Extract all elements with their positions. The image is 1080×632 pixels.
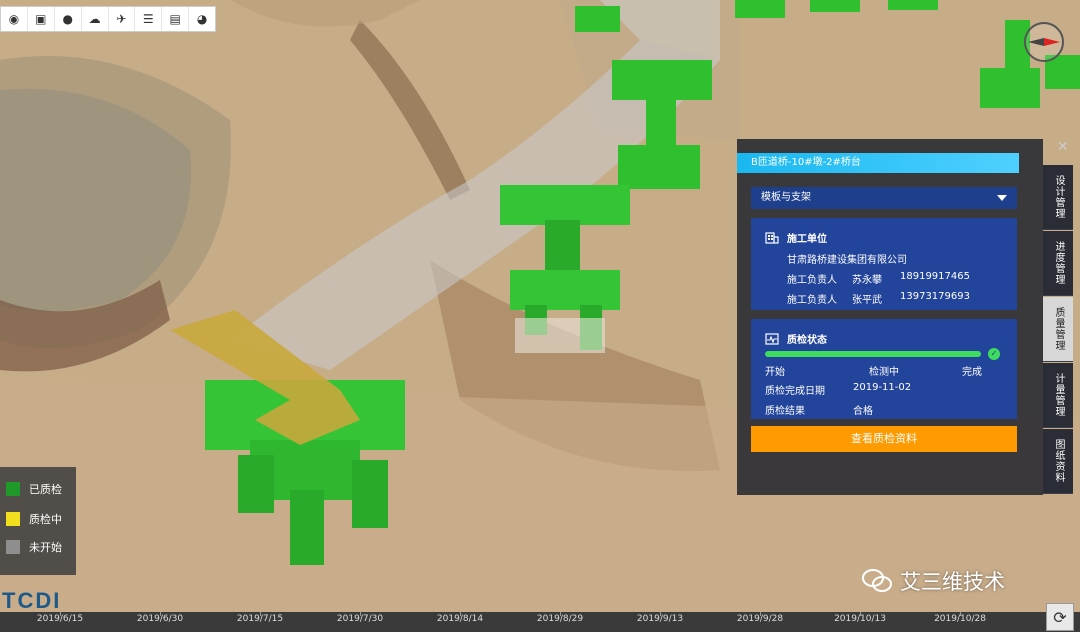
legend-swatch-green bbox=[6, 482, 20, 496]
manager-label: 施工负责人 bbox=[787, 275, 837, 286]
view-inspection-docs-button[interactable]: 查看质检资料 bbox=[751, 426, 1017, 452]
check-icon: ✓ bbox=[988, 348, 1000, 360]
date-label: 质检完成日期 bbox=[765, 386, 825, 397]
wechat-watermark: 艾三维技术 bbox=[862, 566, 1005, 596]
pin-icon[interactable]: ✈ bbox=[109, 7, 136, 31]
quality-status-card: 质检状态 ✓ 开始 检测中 完成 质检完成日期 2019-11-02 质检结果 … bbox=[751, 319, 1017, 419]
pulse-monitor-icon bbox=[765, 332, 779, 345]
watermark-text: 艾三维技术 bbox=[900, 570, 1005, 594]
legend-item-inspecting: 质检中 bbox=[6, 511, 62, 527]
result-value: 合格 bbox=[853, 406, 873, 417]
timeline-date-label: 2019/8/29 bbox=[536, 614, 584, 624]
cloud-icon[interactable]: ☁ bbox=[82, 7, 109, 31]
close-icon[interactable]: ✕ bbox=[1057, 140, 1071, 154]
manager-label: 施工负责人 bbox=[787, 295, 837, 306]
legend-label: 未开始 bbox=[29, 541, 62, 554]
timeline-date-label: 2019/6/30 bbox=[136, 614, 184, 624]
timeline-bar[interactable]: 2019/6/15 2019/6/30 2019/7/15 2019/7/30 2019… bbox=[0, 612, 1080, 632]
result-label: 质检结果 bbox=[765, 406, 805, 417]
timeline-date-label: 2019/7/30 bbox=[336, 614, 384, 624]
date-value: 2019-11-02 bbox=[853, 382, 912, 393]
heading-text: 质检状态 bbox=[787, 335, 827, 346]
heading-text: 施工单位 bbox=[787, 234, 827, 245]
timeline-date-label: 2019/10/13 bbox=[834, 614, 886, 624]
side-tab-bar: 设计管理 进度管理 质量管理 计量管理 图纸资料 bbox=[1043, 165, 1073, 494]
timeline-date-label: 2019/8/14 bbox=[436, 614, 484, 624]
grid-list-icon[interactable]: ▤ bbox=[162, 7, 190, 31]
dropdown-value: 模板与支架 bbox=[761, 192, 811, 203]
info-panel: B匝道桥-10#墩-2#桥台 模板与支架 施工单位 甘肃路桥建设集团有限公司 施… bbox=[737, 139, 1043, 495]
quality-status-heading: 质检状态 bbox=[765, 331, 827, 346]
legend-item-not-started: 未开始 bbox=[6, 539, 62, 555]
manager-phone: 18919917465 bbox=[900, 271, 970, 282]
list-icon[interactable]: ☰ bbox=[135, 7, 163, 31]
wechat-icon bbox=[862, 569, 892, 592]
quality-progress-bar bbox=[765, 351, 981, 357]
legend-item-inspected: 已质检 bbox=[6, 481, 62, 497]
refresh-icon[interactable]: ⟳ bbox=[1046, 603, 1074, 631]
timeline-date-label: 2019/6/15 bbox=[36, 614, 84, 624]
image-icon[interactable]: ▣ bbox=[28, 7, 55, 31]
status-legend: 已质检 质检中 未开始 bbox=[0, 467, 76, 575]
chevron-down-icon bbox=[997, 195, 1007, 201]
construction-unit-card: 施工单位 甘肃路桥建设集团有限公司 施工负责人 苏永攀 18919917465 … bbox=[751, 218, 1017, 310]
globe-icon[interactable]: ◕ bbox=[189, 7, 215, 31]
timeline-date-label: 2019/7/15 bbox=[236, 614, 284, 624]
legend-swatch-gray bbox=[6, 540, 20, 554]
timeline-date-label: 2019/10/28 bbox=[934, 614, 986, 624]
side-tab-4[interactable]: 图纸资料 bbox=[1043, 429, 1073, 494]
construction-unit-heading: 施工单位 bbox=[765, 230, 827, 245]
panel-title: B匝道桥-10#墩-2#桥台 bbox=[737, 153, 1019, 173]
globe-dot-icon[interactable]: ● bbox=[55, 7, 82, 31]
side-tab-0[interactable]: 设计管理 bbox=[1043, 165, 1073, 230]
legend-label: 已质检 bbox=[29, 483, 62, 496]
map-toolbar: ◉ ▣ ● ☁ ✈ ☰ ▤ ◕ bbox=[0, 6, 216, 32]
manager-name: 张平武 bbox=[852, 295, 882, 306]
manager-phone: 13973179693 bbox=[900, 291, 970, 302]
building-icon bbox=[765, 231, 779, 244]
side-tab-2[interactable]: 质量管理 bbox=[1043, 297, 1073, 362]
side-tab-1[interactable]: 进度管理 bbox=[1043, 231, 1073, 296]
manager-name: 苏永攀 bbox=[852, 275, 882, 286]
company-name: 甘肃路桥建设集团有限公司 bbox=[787, 255, 907, 266]
step-start: 开始 bbox=[765, 367, 785, 378]
step-complete: 完成 bbox=[962, 367, 982, 378]
step-testing: 检测中 bbox=[869, 367, 899, 378]
legend-swatch-yellow bbox=[6, 512, 20, 526]
category-dropdown[interactable]: 模板与支架 bbox=[751, 187, 1017, 209]
timeline-date-label: 2019/9/13 bbox=[636, 614, 684, 624]
side-tab-3[interactable]: 计量管理 bbox=[1043, 363, 1073, 428]
compass-icon[interactable] bbox=[1024, 22, 1064, 62]
legend-label: 质检中 bbox=[29, 513, 62, 526]
eye-icon[interactable]: ◉ bbox=[1, 7, 28, 31]
tcdi-logo: TCDI bbox=[2, 588, 62, 613]
timeline-date-label: 2019/9/28 bbox=[736, 614, 784, 624]
